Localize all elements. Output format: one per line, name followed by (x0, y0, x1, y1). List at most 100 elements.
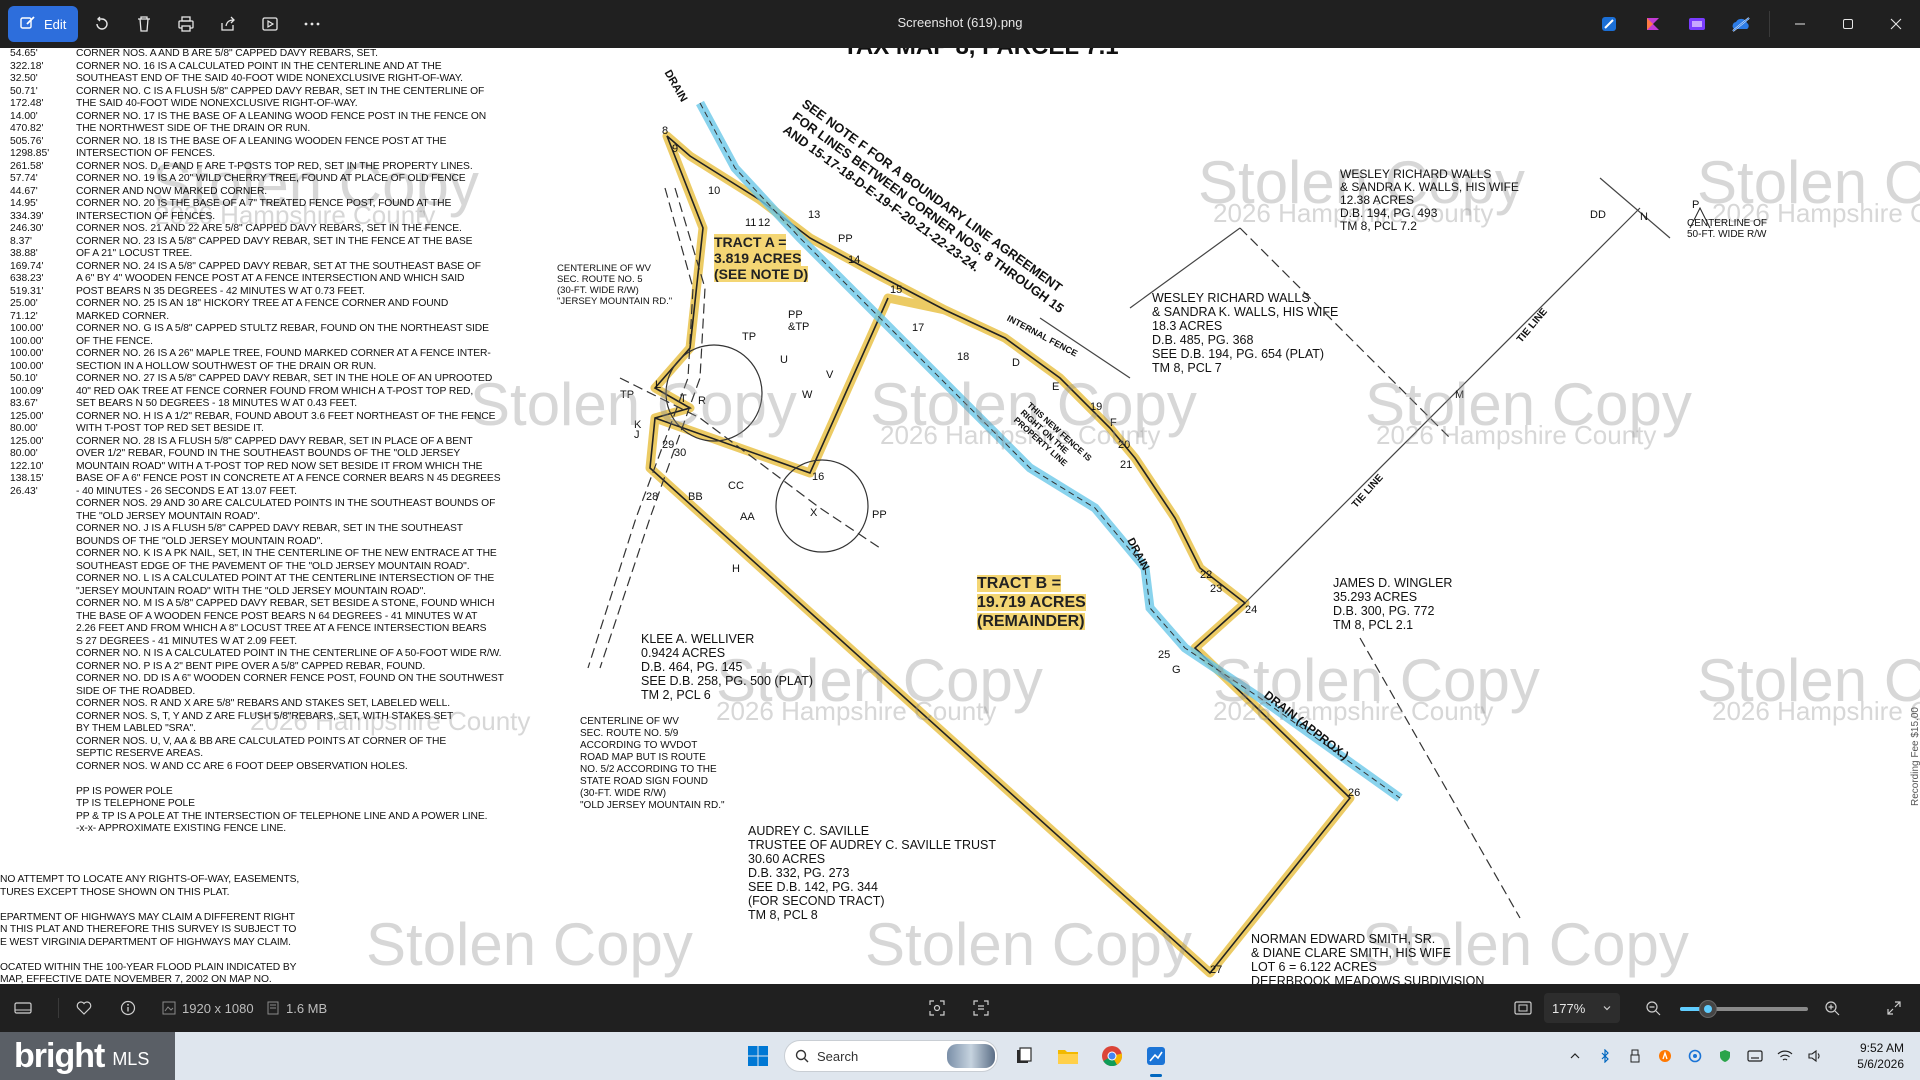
taskbar-clock[interactable]: 9:52 AM 5/6/2026 (1830, 1040, 1920, 1072)
tract-highlight: (REMAINDER) (977, 613, 1085, 630)
road-label-line: (30-FT. WIDE R/W) (580, 788, 667, 799)
svg-text:25: 25 (1158, 649, 1170, 661)
photos-app-icon[interactable] (1675, 0, 1719, 48)
slideshow-icon[interactable] (252, 6, 288, 42)
road-label-line: (30-FT. WIDE R/W) (557, 285, 639, 296)
svg-text:DD: DD (1590, 209, 1606, 221)
note-line: CORNER NO. C IS A FLUSH 5/8" CAPPED DAVY… (76, 85, 485, 97)
start-button[interactable] (740, 1038, 776, 1074)
distance-value: 100.00' (10, 323, 44, 334)
chrome-button[interactable] (1094, 1038, 1130, 1074)
disclaimer-line (0, 949, 420, 962)
delete-icon[interactable] (126, 6, 162, 42)
share-icon[interactable] (210, 6, 246, 42)
info-button[interactable] (120, 984, 136, 1032)
svg-text:X: X (810, 507, 818, 519)
print-icon[interactable] (168, 6, 204, 42)
disclaimer-line: N THIS PLAT AND THEREFORE THIS SURVEY IS… (0, 924, 297, 935)
keyboard-icon[interactable] (1740, 1032, 1770, 1080)
note-line: TP IS TELEPHONE POLE (76, 798, 195, 809)
note-line: THE NORTHWEST SIDE OF THE DRAIN OR RUN. (76, 123, 311, 134)
distance-value: 172.48' (10, 98, 44, 109)
sync-icon[interactable] (1680, 1032, 1710, 1080)
zoom-out-icon (1646, 1001, 1661, 1016)
note-line: SOUTHEAST END OF THE SAID 40-FOOT WIDE N… (76, 73, 463, 84)
rotate-icon[interactable] (84, 6, 120, 42)
road-label-line: CENTERLINE OF (1687, 218, 1768, 229)
owner-line: D.B. 464, PG. 145 (641, 660, 743, 674)
distance-value: 519.31' (10, 285, 44, 297)
zoom-in-button[interactable] (1824, 984, 1840, 1032)
favorite-button[interactable] (76, 984, 92, 1032)
visual-search-button[interactable] (928, 984, 946, 1032)
zoom-slider-thumb[interactable] (1699, 1000, 1718, 1018)
bluetooth-icon[interactable] (1590, 1032, 1620, 1080)
file-explorer-button[interactable] (1050, 1038, 1086, 1074)
filmstrip-button[interactable] (14, 984, 32, 1032)
task-view-button[interactable] (1006, 1038, 1042, 1074)
photos-taskbar-button[interactable] (1138, 1038, 1174, 1077)
zoom-out-button[interactable] (1645, 984, 1661, 1032)
distance-value: 32.50' (10, 73, 38, 84)
note-line: A 6" BY 4" WOODEN FENCE POST AT A FENCE … (76, 273, 465, 284)
note-line: POST BEARS N 35 DEGREES - 42 MINUTES W A… (76, 285, 365, 297)
svg-text:AA: AA (740, 511, 755, 523)
note-line: THE SAID 40-FOOT WIDE NONEXCLUSIVE RIGHT… (76, 98, 358, 109)
avast-icon[interactable] (1650, 1032, 1680, 1080)
edit-button[interactable]: Edit (8, 6, 79, 42)
note-line: CORNER NO. 25 IS AN 18" HICKORY TREE AT … (76, 298, 449, 309)
tract-line: (SEE NOTE D) (714, 266, 809, 282)
svg-text:&TP: &TP (788, 321, 809, 333)
distance-value: 83.67' (10, 398, 38, 409)
owner-line: SEE D.B. 142, PG. 344 (748, 880, 878, 894)
owner-line: TM 2, PCL 6 (641, 688, 711, 702)
chevron-down-icon (1602, 1001, 1612, 1016)
note-line: CORNER NO. 17 IS THE BASE OF A LEANING W… (76, 110, 487, 122)
svg-text:E: E (1052, 381, 1059, 393)
tract-line: 3.819 ACRES (714, 250, 808, 266)
owner-line: TM 8, PCL 2.1 (1333, 618, 1414, 632)
note-line: CORNER NO. 20 IS THE BASE OF A 7" TREATE… (76, 198, 452, 209)
copy-text-button[interactable] (972, 984, 990, 1032)
minimize-button[interactable] (1776, 0, 1824, 48)
fit-to-window-button[interactable] (1514, 984, 1532, 1032)
photos-title-bar: Edit Screenshot (619).png (0, 0, 1920, 48)
onedrive-icon[interactable] (1719, 0, 1763, 48)
note-line: WITH T-POST TOP RED SET BESIDE IT. (76, 423, 264, 434)
note-line: MOUNTAIN ROAD" WITH A T-POST TOP RED NOW… (76, 460, 483, 472)
svg-text:16: 16 (812, 471, 824, 483)
folder-icon (1058, 1050, 1078, 1064)
note-line: CORNER NOS. 29 AND 30 ARE CALCULATED POI… (76, 498, 496, 509)
more-icon[interactable] (294, 6, 330, 42)
taskbar-search[interactable]: Search (784, 1040, 998, 1072)
image-canvas[interactable]: TAX MAP 8, PARCEL 7.1 (0, 48, 1920, 984)
volume-icon[interactable] (1800, 1032, 1830, 1080)
toolbar-right (1587, 0, 1920, 48)
image-info-bar: 1920 x 1080 1.6 MB 177% (0, 984, 1920, 1032)
wifi-icon[interactable] (1770, 1032, 1800, 1080)
centerline-50ft-label: CENTERLINE OF 50-FT. WIDE R/W (1687, 218, 1767, 240)
owner-line: LOT 6 = 6.122 ACRES (1251, 960, 1377, 974)
usb-icon[interactable] (1620, 1032, 1650, 1080)
filmstrip-icon (14, 1002, 32, 1014)
plat-header-text: TAX MAP 8, PARCEL 7.1 (843, 48, 1119, 60)
zoom-level-select[interactable]: 177% (1544, 993, 1620, 1023)
note-line: CORNER NOS. 21 AND 22 ARE 5/8" CAPPED DA… (76, 223, 462, 234)
svg-text:24: 24 (1245, 604, 1257, 616)
note-line: CORNER NO. G IS A 5/8" CAPPED STULTZ REB… (76, 323, 489, 334)
maximize-button[interactable] (1824, 0, 1872, 48)
distance-column: 54.65' 322.18' 32.50' 50.71' 172.48' 14.00' 47… (10, 48, 70, 498)
designer-icon[interactable] (1631, 0, 1675, 48)
shield-icon[interactable] (1710, 1032, 1740, 1080)
close-button[interactable] (1872, 0, 1920, 48)
road-label-line: SEC. ROUTE NO. 5/9 (580, 728, 679, 739)
clipchamp-icon[interactable] (1587, 0, 1631, 48)
disclaimer-line: NO ATTEMPT TO LOCATE ANY RIGHTS-OF-WAY, … (0, 874, 300, 885)
fullscreen-button[interactable] (1886, 984, 1902, 1032)
zoom-slider[interactable] (1680, 1000, 1808, 1018)
distance-value: 169.74' (10, 260, 44, 272)
chevron-up-icon[interactable] (1560, 1032, 1590, 1080)
disclaimer-line: OCATED WITHIN THE 100-YEAR FLOOD PLAIN I… (0, 961, 297, 973)
clock-date: 5/6/2026 (1857, 1057, 1904, 1071)
edit-icon (20, 15, 36, 34)
